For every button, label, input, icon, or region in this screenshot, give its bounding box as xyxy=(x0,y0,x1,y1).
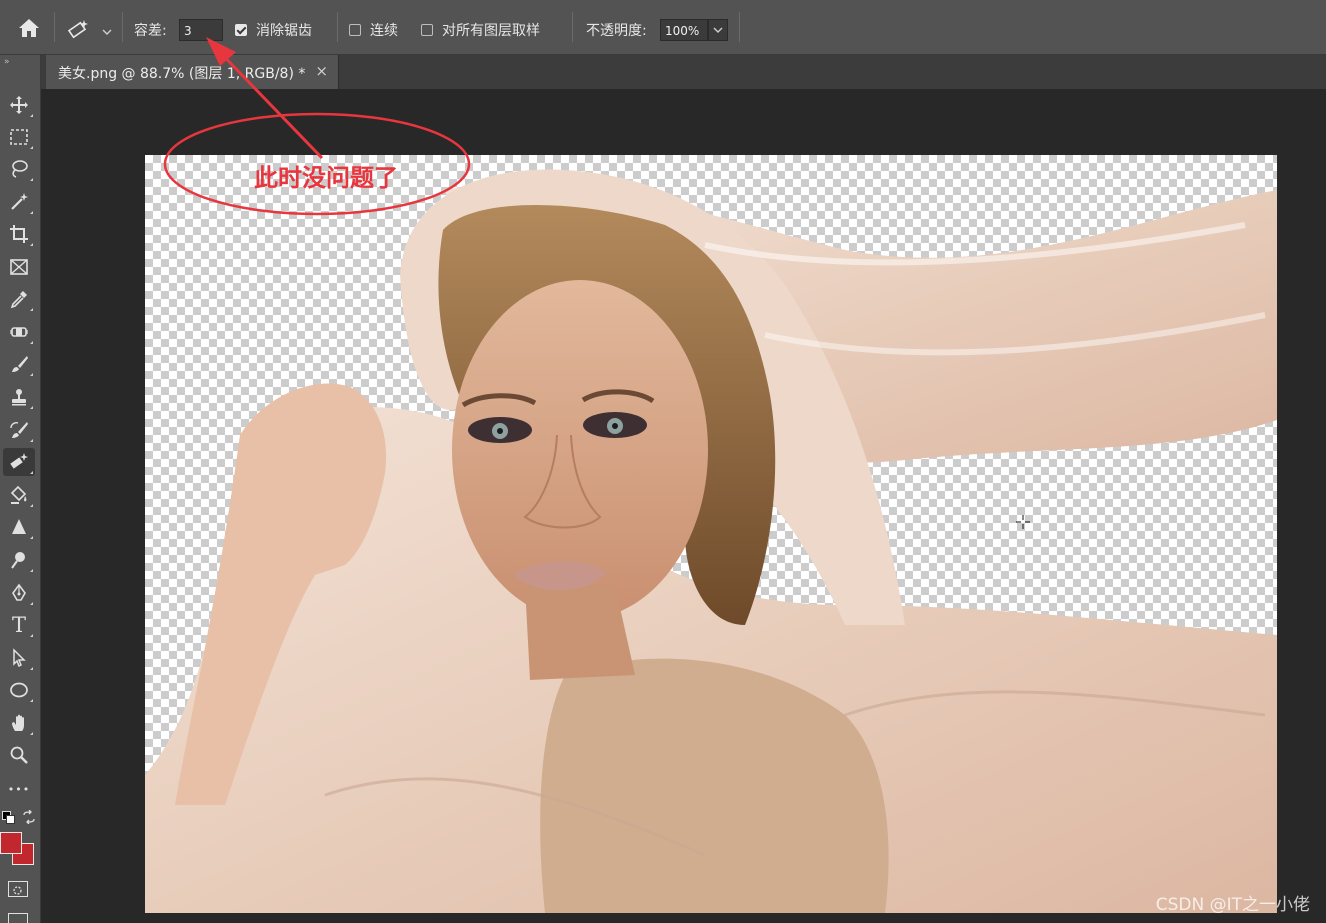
quick-mask-button[interactable] xyxy=(8,881,28,897)
sample-all-layers-label: 对所有图层取样 xyxy=(442,23,540,39)
chevron-down-icon xyxy=(713,27,723,33)
document-canvas[interactable] xyxy=(145,155,1277,913)
document-tab-strip: 美女.png @ 88.7% (图层 1, RGB/8) * × xyxy=(0,55,1326,89)
move-icon xyxy=(10,96,28,114)
home-button[interactable] xyxy=(14,14,44,42)
document-tab-title: 美女.png @ 88.7% (图层 1, RGB/8) * xyxy=(58,66,306,82)
crop-tool[interactable] xyxy=(3,220,35,248)
triangle-icon xyxy=(12,519,26,534)
chevron-down-icon xyxy=(102,29,112,35)
separator xyxy=(337,12,338,42)
ellipsis-icon: ••• xyxy=(7,782,31,796)
arrow-cursor-icon xyxy=(13,648,26,668)
home-icon xyxy=(19,19,39,37)
lasso-icon xyxy=(12,160,28,178)
history-brush-tool[interactable] xyxy=(3,416,35,444)
lasso-tool[interactable] xyxy=(3,155,35,183)
hand-icon xyxy=(12,714,24,731)
healing-brush-tool[interactable] xyxy=(3,318,35,346)
watermark: CSDN @IT之一小佬 xyxy=(1155,895,1310,915)
type-tool[interactable]: T xyxy=(3,611,35,639)
brush-tool[interactable] xyxy=(3,350,35,378)
crosshair-cursor-icon xyxy=(1016,515,1030,529)
sample-all-layers-checkbox[interactable] xyxy=(421,24,433,36)
tool-preset-picker[interactable] xyxy=(66,18,116,44)
ellipse-tool[interactable] xyxy=(3,676,35,704)
magic-eraser-icon xyxy=(10,453,28,469)
contiguous-label: 连续 xyxy=(370,23,398,39)
path-selection-tool[interactable] xyxy=(3,644,35,672)
stamp-icon xyxy=(12,389,26,406)
panel-collapse-handle[interactable]: » xyxy=(4,57,34,69)
rectangular-marquee-icon xyxy=(10,129,28,145)
contiguous-checkbox[interactable] xyxy=(349,24,361,36)
foreground-color-swatch[interactable] xyxy=(0,832,22,854)
marquee-tool[interactable] xyxy=(3,123,35,151)
opacity-input[interactable]: 100% xyxy=(660,19,708,41)
eyedropper-icon xyxy=(10,291,27,309)
separator xyxy=(572,12,573,42)
opacity-dropdown-button[interactable] xyxy=(708,19,728,41)
magic-wand-tool[interactable] xyxy=(3,188,35,216)
separator xyxy=(739,12,740,42)
pen-tool[interactable] xyxy=(3,579,35,607)
opacity-label: 不透明度: xyxy=(586,23,647,39)
history-brush-icon xyxy=(10,422,28,438)
paint-bucket-icon xyxy=(10,485,27,504)
crop-icon xyxy=(10,225,28,243)
zoom-tool[interactable] xyxy=(3,741,35,769)
annotation-text: 此时没问题了 xyxy=(254,164,398,192)
document-tab[interactable]: 美女.png @ 88.7% (图层 1, RGB/8) * × xyxy=(46,55,339,89)
antialias-label: 消除锯齿 xyxy=(256,23,312,39)
options-bar: 容差: 3 消除锯齿 连续 对所有图层取样 不透明度: 100% xyxy=(0,0,1326,55)
brush-icon xyxy=(12,356,28,372)
more-tools[interactable]: ••• xyxy=(3,775,35,803)
close-icon[interactable]: × xyxy=(315,62,328,80)
bandage-icon xyxy=(10,327,28,337)
magic-eraser-tool[interactable] xyxy=(3,448,35,476)
sharpen-tool[interactable] xyxy=(3,513,35,541)
swap-colors-icon[interactable] xyxy=(22,810,36,824)
hand-tool[interactable] xyxy=(3,709,35,737)
tolerance-label: 容差: xyxy=(134,23,167,39)
pen-icon xyxy=(12,583,26,601)
ellipse-icon xyxy=(10,682,28,698)
magic-eraser-icon xyxy=(67,20,88,39)
dodge-icon xyxy=(11,552,25,569)
clone-stamp-tool[interactable] xyxy=(3,383,35,411)
eyedropper-tool[interactable] xyxy=(3,285,35,313)
paint-bucket-tool[interactable] xyxy=(3,481,35,509)
default-colors-icon[interactable] xyxy=(2,811,15,824)
tools-panel: » T ••• xyxy=(0,55,41,923)
magic-wand-icon xyxy=(11,193,28,210)
frame-icon xyxy=(10,259,28,275)
antialias-checkbox[interactable] xyxy=(235,24,247,36)
dodge-tool[interactable] xyxy=(3,546,35,574)
separator xyxy=(122,12,123,42)
screen-mode-button[interactable] xyxy=(8,913,28,923)
separator xyxy=(54,12,55,42)
photo-layer xyxy=(145,169,1277,913)
type-icon: T xyxy=(11,613,26,637)
move-tool[interactable] xyxy=(3,91,35,119)
tolerance-input[interactable]: 3 xyxy=(179,19,223,41)
magnifier-icon xyxy=(10,746,28,764)
quick-mask-icon xyxy=(13,886,22,895)
frame-tool[interactable] xyxy=(3,253,35,281)
